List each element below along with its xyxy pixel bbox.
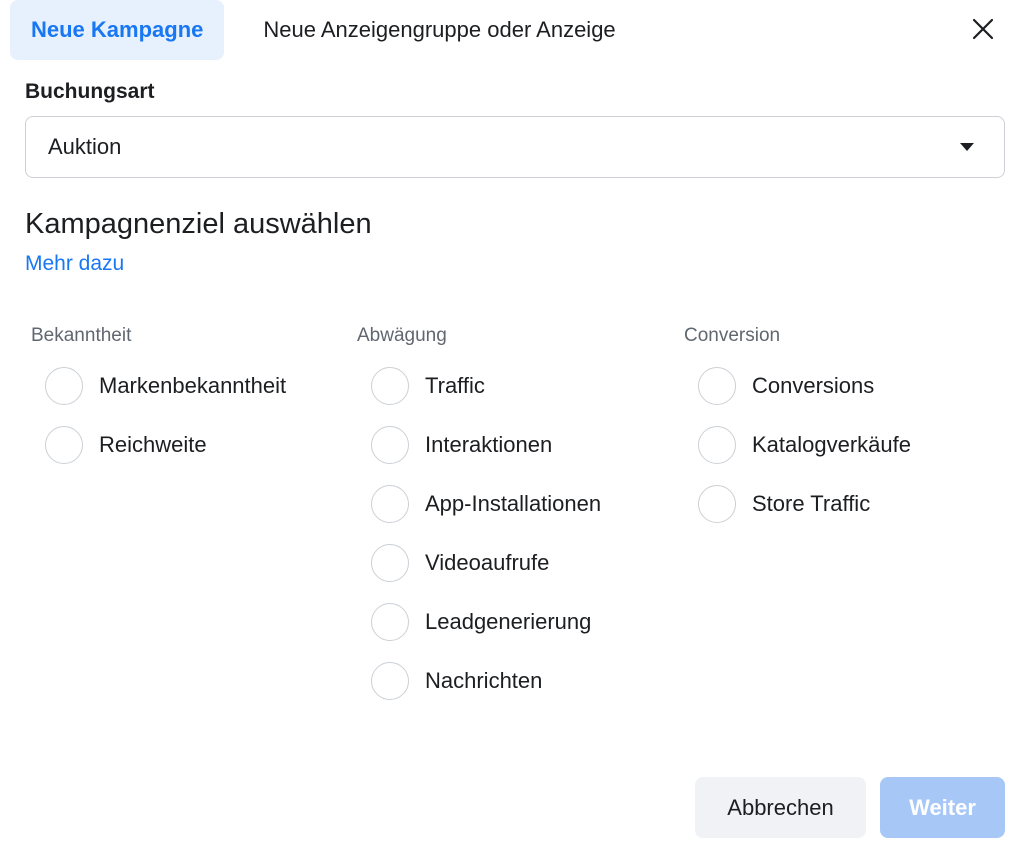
column-heading: Conversion [684,325,781,346]
objective-option-catalog-sales[interactable]: Katalogverkäufe [698,425,911,465]
objective-title: Kampagnenziel auswählen [25,208,372,240]
objective-option-video-views[interactable]: Videoaufrufe [371,543,601,583]
radio-button[interactable] [371,426,409,464]
option-label: Videoaufrufe [425,550,550,575]
option-label: Katalogverkäufe [752,432,911,457]
column-heading: Abwägung [357,325,447,346]
close-button[interactable] [968,14,998,44]
close-icon [972,18,994,40]
option-label: Conversions [752,373,875,398]
radio-button[interactable] [371,662,409,700]
buying-type-label: Buchungsart [25,80,155,103]
objective-option-engagement[interactable]: Interaktionen [371,425,601,465]
learn-more-link[interactable]: Mehr dazu [25,252,124,276]
next-button[interactable]: Weiter [880,777,1005,838]
radio-button[interactable] [698,426,736,464]
option-label: Store Traffic [752,491,871,516]
radio-button[interactable] [45,367,83,405]
caret-down-icon [960,143,974,151]
cancel-button[interactable]: Abbrechen [695,777,866,838]
objective-option-brand-awareness[interactable]: Markenbekanntheit [45,366,286,406]
tab-new-adset-or-ad[interactable]: Neue Anzeigengruppe oder Anzeige [242,0,636,60]
objective-option-traffic[interactable]: Traffic [371,366,601,406]
radio-button[interactable] [45,426,83,464]
objective-column-conversion: Conversion Conversions Katalogverkäufe S… [684,322,911,543]
option-label: Traffic [425,373,485,398]
radio-button[interactable] [371,603,409,641]
radio-button[interactable] [371,485,409,523]
option-label: App-Installationen [425,491,602,516]
radio-button[interactable] [371,544,409,582]
objective-option-conversions[interactable]: Conversions [698,366,911,406]
buying-type-value: Auktion [48,134,122,159]
tab-new-campaign[interactable]: Neue Kampagne [10,0,225,60]
column-heading: Bekanntheit [31,325,132,346]
option-label: Interaktionen [425,432,553,457]
objective-option-reach[interactable]: Reichweite [45,425,286,465]
radio-button[interactable] [698,367,736,405]
objective-option-app-installs[interactable]: App-Installationen [371,484,601,524]
create-campaign-dialog: Neue Kampagne Neue Anzeigengruppe oder A… [0,0,1024,846]
objective-column-consideration: Abwägung Traffic Interaktionen App-Insta… [357,322,601,720]
radio-button[interactable] [371,367,409,405]
objective-column-awareness: Bekanntheit Markenbekanntheit Reichweite [31,322,286,484]
option-label: Markenbekanntheit [99,373,287,398]
option-label: Reichweite [99,432,207,457]
radio-button[interactable] [698,485,736,523]
tab-bar: Neue Kampagne Neue Anzeigengruppe oder A… [10,0,637,60]
objective-option-messages[interactable]: Nachrichten [371,661,601,701]
buying-type-select[interactable]: Auktion [25,116,1005,178]
objective-option-store-traffic[interactable]: Store Traffic [698,484,911,524]
objective-option-lead-generation[interactable]: Leadgenerierung [371,602,601,642]
option-label: Nachrichten [425,668,543,693]
option-label: Leadgenerierung [425,609,592,634]
